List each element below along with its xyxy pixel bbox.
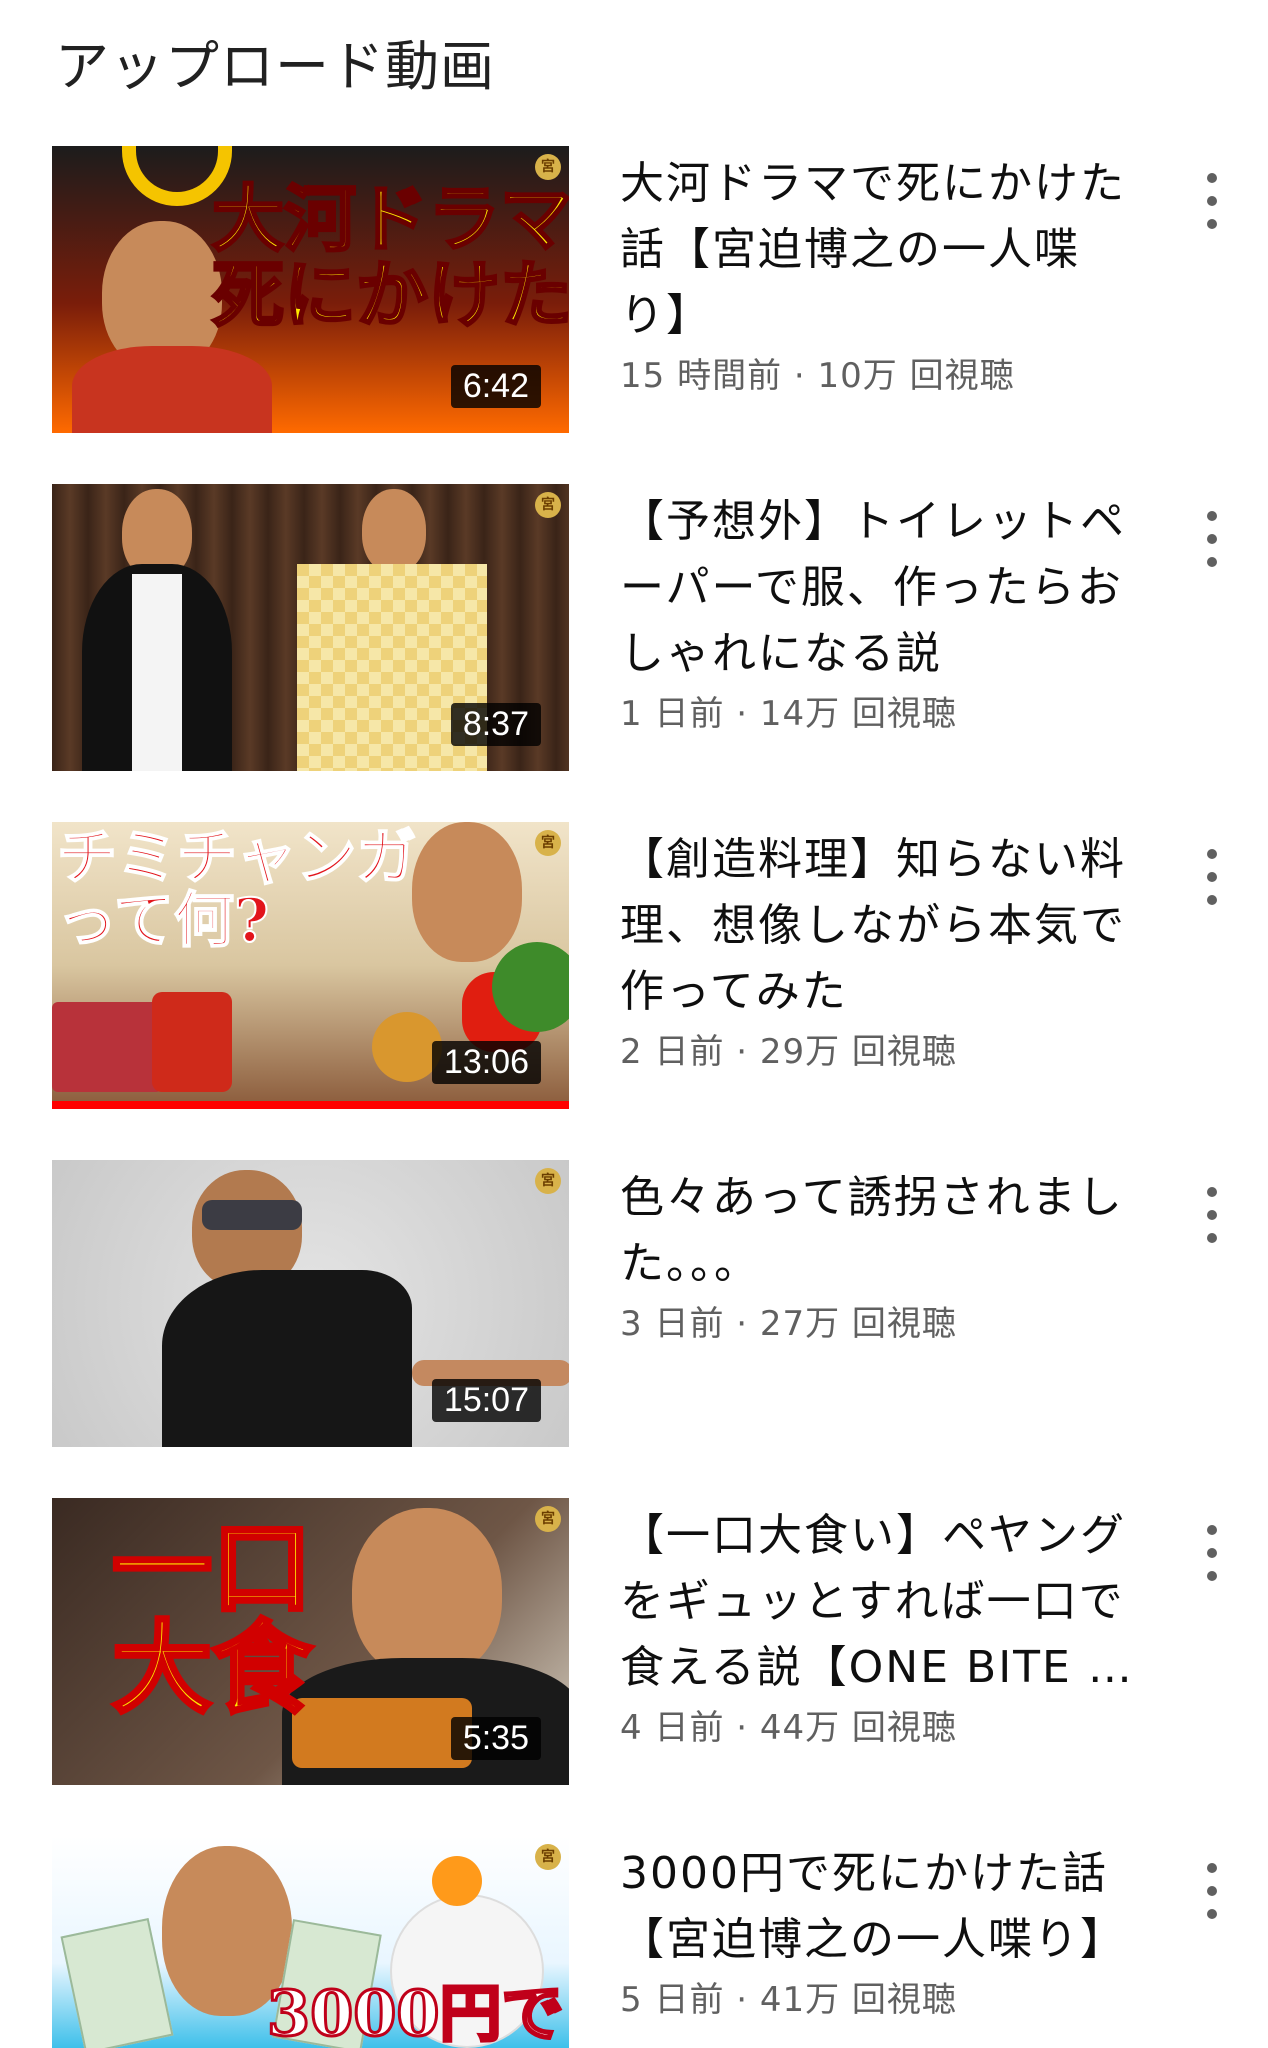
thumbnail-caption-line: って何?	[56, 886, 270, 956]
video-item[interactable]: 宮 8:37 【予想外】トイレットペーパーで服、作ったらおしゃれになる説 1 日…	[0, 484, 1268, 784]
more-options-icon[interactable]	[1198, 504, 1226, 574]
video-stats: 1 日前 · 14万 回視聴	[620, 694, 957, 734]
video-title[interactable]: 3000円で死にかけた話【宮迫博之の一人喋り】	[620, 1841, 1140, 1973]
more-options-icon[interactable]	[1198, 1180, 1226, 1250]
video-title[interactable]: 大河ドラマで死にかけた話【宮迫博之の一人喋り】	[620, 151, 1140, 349]
video-title[interactable]: 色々あって誘拐されました。。。	[620, 1165, 1140, 1297]
video-stats: 2 日前 · 29万 回視聴	[620, 1032, 957, 1072]
channel-watermark: 宮	[535, 830, 561, 856]
video-thumbnail[interactable]: 宮 8:37	[52, 484, 569, 771]
thumbnail-caption-line: 死にかけた話	[210, 251, 569, 337]
thumbnail-caption-line: チミチャンガ	[56, 823, 417, 893]
more-options-icon[interactable]	[1198, 166, 1226, 236]
video-item[interactable]: 3000円で 宮 3000円で死にかけた話【宮迫博之の一人喋り】 5 日前 · …	[0, 1836, 1268, 2048]
video-thumbnail[interactable]: 3000円で 宮	[52, 1836, 569, 2048]
video-item[interactable]: チミチャンガ って何? 宮 13:06 【創造料理】知らない料理、想像しながら本…	[0, 822, 1268, 1122]
video-duration: 15:07	[431, 1379, 541, 1422]
video-title[interactable]: 【一口大食い】ペヤングをギュッとすれば一口で食える説【ONE BITE …	[620, 1503, 1140, 1701]
thumbnail-caption-line: 大食	[110, 1609, 314, 1727]
video-thumbnail[interactable]: 大河ドラマで 死にかけた話 宮 6:42	[52, 146, 569, 433]
video-thumbnail[interactable]: 宮 15:07	[52, 1160, 569, 1447]
thumbnail-caption-line: 3000円で	[266, 1977, 566, 2048]
thumbnail-caption-line: 大河ドラマで	[210, 176, 569, 261]
channel-watermark: 宮	[535, 1844, 561, 1870]
video-duration: 8:37	[450, 703, 541, 746]
channel-watermark: 宮	[535, 1168, 561, 1194]
page-title: アップロード動画	[55, 35, 495, 98]
video-item[interactable]: 宮 15:07 色々あって誘拐されました。。。 3 日前 · 27万 回視聴	[0, 1160, 1268, 1460]
watch-progress-bar	[52, 1101, 569, 1109]
more-options-icon[interactable]	[1198, 1518, 1226, 1588]
video-duration: 6:42	[450, 365, 541, 408]
video-stats: 15 時間前 · 10万 回視聴	[620, 356, 1015, 396]
video-duration: 13:06	[431, 1041, 541, 1084]
video-title[interactable]: 【創造料理】知らない料理、想像しながら本気で作ってみた	[620, 827, 1140, 1025]
video-thumbnail[interactable]: チミチャンガ って何? 宮 13:06	[52, 822, 569, 1109]
video-duration: 5:35	[450, 1717, 541, 1760]
video-title[interactable]: 【予想外】トイレットペーパーで服、作ったらおしゃれになる説	[620, 489, 1140, 687]
more-options-icon[interactable]	[1198, 842, 1226, 912]
thumbnail-caption-line: 一口	[110, 1509, 314, 1627]
channel-watermark: 宮	[535, 1506, 561, 1532]
video-stats: 5 日前 · 41万 回視聴	[620, 1980, 957, 2020]
video-item[interactable]: 一口 大食 宮 5:35 【一口大食い】ペヤングをギュッとすれば一口で食える説【…	[0, 1498, 1268, 1798]
video-thumbnail[interactable]: 一口 大食 宮 5:35	[52, 1498, 569, 1785]
channel-watermark: 宮	[535, 154, 561, 180]
video-stats: 3 日前 · 27万 回視聴	[620, 1304, 957, 1344]
video-stats: 4 日前 · 44万 回視聴	[620, 1708, 957, 1748]
more-options-icon[interactable]	[1198, 1856, 1226, 1926]
video-item[interactable]: 大河ドラマで 死にかけた話 宮 6:42 大河ドラマで死にかけた話【宮迫博之の一…	[0, 146, 1268, 446]
channel-watermark: 宮	[535, 492, 561, 518]
